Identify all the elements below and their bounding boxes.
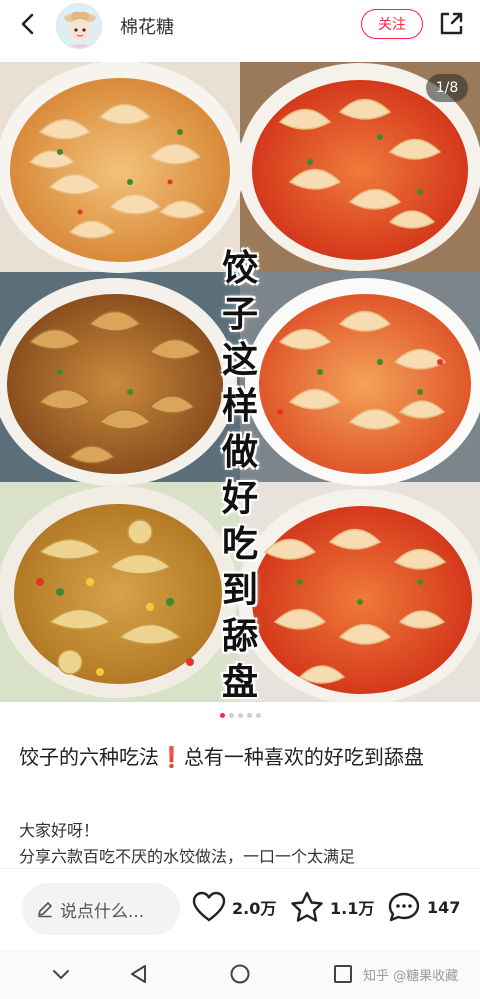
triangle-back-icon	[131, 965, 146, 983]
nav-home-button[interactable]	[227, 961, 253, 987]
overlay-char: 饺	[221, 248, 258, 289]
post-body-line: 分享六款百吃不厌的水饺做法，一口一个太满足	[19, 847, 356, 866]
star-icon	[291, 891, 323, 922]
overlay-char: 做	[221, 432, 258, 473]
page-dot-active	[219, 713, 225, 718]
overlay-char: 盘	[221, 662, 258, 702]
watermark: 知乎 @糖果收藏	[363, 969, 459, 984]
avatar-illustration	[57, 4, 101, 48]
favorite-count: 1.1万	[330, 899, 375, 918]
follow-button[interactable]: 关注	[361, 9, 423, 39]
overlay-char: 这	[221, 340, 258, 381]
chevron-left-icon	[21, 13, 34, 35]
overlay-char: 舔	[221, 616, 258, 657]
circle-home-icon	[230, 964, 250, 984]
top-bar: 棉花糖 关注	[0, 0, 480, 56]
heart-icon	[192, 891, 226, 922]
nav-recents-button[interactable]	[330, 961, 356, 987]
square-recents-icon	[334, 965, 352, 983]
nav-collapse-button[interactable]	[48, 961, 74, 987]
carousel-pagination	[0, 713, 480, 718]
overlay-char: 子	[221, 294, 258, 335]
page-dot	[246, 713, 252, 718]
comment-count: 147	[427, 897, 461, 917]
comment-placeholder: 说点什么...	[60, 901, 145, 922]
overlay-char: 好	[221, 478, 258, 519]
overlay-char: 到	[221, 570, 258, 611]
image-counter: 1/8	[426, 74, 468, 102]
like-count: 2.0万	[232, 899, 277, 918]
chevron-down-icon	[53, 970, 69, 979]
favorite-button[interactable]: 1.1万	[290, 891, 374, 923]
share-icon	[440, 12, 463, 35]
comment-button[interactable]: 147	[387, 891, 460, 923]
share-button[interactable]	[437, 10, 465, 38]
comment-input[interactable]: 说点什么...	[22, 883, 180, 935]
post-title: 饺子的六种吃法❗总有一种喜欢的好吃到舔盘	[19, 745, 424, 769]
post-image-carousel[interactable]: 饺 子 这 样 做 好 吃 到 舔 盘	[0, 62, 480, 702]
pencil-icon	[38, 902, 52, 918]
page-dot	[255, 713, 261, 718]
like-button[interactable]: 2.0万	[192, 891, 276, 923]
overlay-char: 吃	[221, 524, 258, 565]
post-body-line: 大家好呀！	[19, 821, 100, 840]
bottom-action-bar: 说点什么... 2.0万 1.1万 147	[0, 868, 480, 950]
chat-bubble-icon	[388, 892, 420, 922]
avatar[interactable]	[56, 3, 102, 49]
page-dot	[228, 713, 234, 718]
image-overlay-caption: 饺 子 这 样 做 好 吃 到 舔 盘	[214, 246, 266, 702]
back-button[interactable]	[14, 10, 42, 38]
author-name[interactable]: 棉花糖	[120, 13, 174, 39]
page-dot	[237, 713, 243, 718]
nav-back-button[interactable]	[126, 961, 152, 987]
overlay-char: 样	[221, 386, 258, 427]
